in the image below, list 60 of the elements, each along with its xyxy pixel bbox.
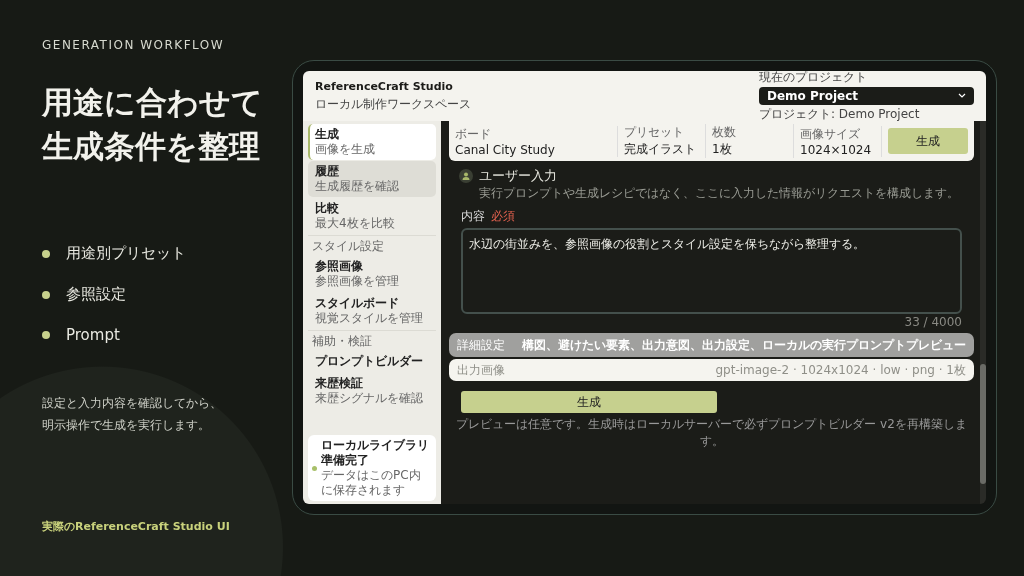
slide-headline: 用途に合わせて (42, 83, 264, 122)
sidebar-item[interactable]: 履歴 生成履歴を確認 (308, 161, 436, 197)
slide-description: 設定と入力内容を確認してから、明示操作で生成を実行します。 (42, 395, 222, 434)
sidebar-item[interactable]: 比較 最大4枚を比較 (308, 198, 436, 234)
sidebar-item-title: プロンプトビルダー (315, 354, 424, 369)
scrollbar[interactable] (980, 121, 986, 504)
character-counter: 33 / 4000 (904, 315, 962, 329)
sidebar-item[interactable]: 来歴検証 来歴シグナルを確認 (308, 373, 436, 409)
summary-value: 1枚 (712, 141, 733, 158)
sidebar-section-label: 補助・検証 (308, 330, 436, 350)
summary-value: 完成イラスト (624, 141, 697, 158)
slide-headline: 生成条件を整理 (42, 127, 261, 166)
sidebar-item-caption: 画像を生成 (315, 142, 376, 157)
sidebar-item[interactable]: 参照画像 参照画像を管理 (308, 256, 436, 292)
content-textarea[interactable]: 水辺の街並みを、参照画像の役割とスタイル設定を保ちながら整理する。 (461, 228, 962, 314)
user-icon (459, 169, 473, 183)
summary-label: 画像サイズ (800, 125, 861, 143)
bullet-text: 用途別プリセット (66, 244, 186, 263)
status-title: ローカルライブラリ準備完了 (321, 438, 430, 468)
required-tag: 必須 (491, 208, 515, 225)
sidebar-item-title: 参照画像 (315, 259, 364, 274)
chevron-icon (958, 93, 966, 99)
sidebar-item[interactable]: プロンプトビルダー (308, 351, 436, 372)
summary-label: 枚数 (712, 124, 737, 141)
generate-button[interactable]: 生成 (461, 391, 717, 413)
project-label: 現在のプロジェクト (759, 71, 868, 86)
sidebar-item-title: 履歴 (315, 164, 340, 179)
app-subtitle: ローカル制作ワークスペース (315, 95, 471, 113)
footnote: プレビューは任意です。生成時はローカルサーバーで必ずプロンプトビルダー v2を再構築します。 (455, 416, 968, 450)
summary-value: Canal City Study (455, 142, 556, 157)
project-caption: プロジェクト: Demo Project (759, 106, 921, 123)
sidebar-item-caption: 最大4枚を比較 (315, 216, 396, 231)
sidebar-item-title: スタイルボード (315, 296, 400, 311)
sidebar-item[interactable]: 生成 画像を生成 (308, 124, 436, 160)
bullet-dot (42, 290, 50, 299)
sidebar-section-label: スタイル設定 (308, 235, 436, 255)
sidebar-item-caption: 生成履歴を確認 (315, 179, 400, 194)
sidebar-item[interactable]: スタイルボード 視覚スタイルを管理 (308, 293, 436, 329)
bullet-text: Prompt (66, 326, 120, 344)
sidebar-item-title: 来歴検証 (315, 376, 364, 391)
sidebar-item-title: 生成 (315, 127, 340, 142)
summary-label: プリセット (624, 124, 685, 141)
sidebar-item-caption: 参照画像を管理 (315, 274, 400, 289)
section-title: ユーザー入力 (479, 167, 557, 185)
section-hint: 実行プロンプトや生成レシピではなく、ここに入力した情報がリクエストを構成します。 (479, 185, 960, 202)
sidebar-item-caption: 視覚スタイルを管理 (315, 311, 424, 326)
generate-button[interactable]: 生成 (888, 128, 968, 154)
slide-eyebrow: GENERATION WORKFLOW (42, 38, 226, 52)
app-title: ReferenceCraft Studio (315, 79, 454, 93)
slide-footer: 実際のReferenceCraft Studio UI (42, 519, 292, 534)
summary-label: ボード (455, 125, 492, 143)
field-label: 内容 (461, 208, 485, 225)
project-select[interactable]: Demo Project (759, 87, 974, 105)
status-caption: データはこのPC内に保存されます (321, 468, 422, 498)
summary-value: 1024×1024 (800, 142, 873, 157)
bullet-text: 参照設定 (66, 285, 126, 304)
sidebar-item-title: 比較 (315, 201, 340, 216)
bullet-dot (42, 331, 50, 339)
bullet-dot (42, 249, 50, 258)
sidebar-item-caption: 来歴シグナルを確認 (315, 391, 424, 406)
